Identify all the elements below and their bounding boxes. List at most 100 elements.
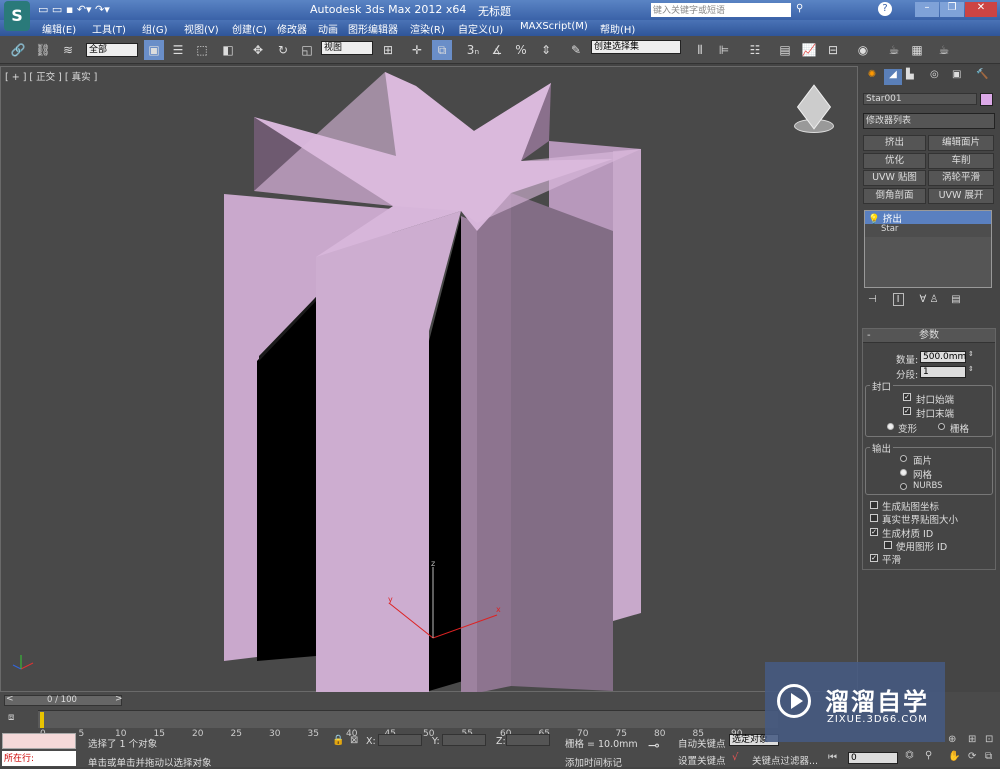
cap-end-checkbox[interactable]: ✓: [903, 407, 911, 415]
menu-help[interactable]: 帮助(H): [600, 21, 635, 36]
search-input[interactable]: 键入关键字或短语: [651, 3, 791, 17]
cap-start-checkbox[interactable]: ✓: [903, 393, 911, 401]
gen-material-ids-checkbox[interactable]: ✓: [870, 528, 878, 536]
schematic-view-icon[interactable]: ⊟: [823, 40, 843, 60]
time-slider[interactable]: < 0 / 100 >: [4, 694, 123, 706]
key-icon[interactable]: ⊸: [648, 738, 660, 754]
select-object-icon[interactable]: ▣: [144, 40, 164, 60]
uvw-map-button[interactable]: UVW 贴图: [863, 170, 926, 186]
auto-key-button[interactable]: 自动关键点: [678, 736, 726, 750]
menu-rendering[interactable]: 渲染(R): [410, 21, 445, 36]
modifier-list-select[interactable]: 修改器列表: [863, 113, 995, 129]
amount-spinner[interactable]: 500.0mm: [920, 351, 966, 363]
layer-manager-icon[interactable]: ☷: [745, 40, 765, 60]
set-key-button[interactable]: 设置关键点: [678, 753, 726, 767]
minimize-icon[interactable]: –: [915, 2, 939, 17]
timeline-cursor[interactable]: [40, 712, 44, 728]
menu-tools[interactable]: 工具(T): [92, 21, 126, 36]
menu-group[interactable]: 组(G): [142, 21, 168, 36]
show-end-result-icon[interactable]: I: [892, 293, 904, 306]
window-crossing-icon[interactable]: ◧: [218, 40, 238, 60]
stack-item-star[interactable]: Star: [865, 224, 991, 237]
align-icon[interactable]: ⊫: [714, 40, 734, 60]
rendered-frame-icon[interactable]: ▦: [907, 40, 927, 60]
object-name-field[interactable]: Star001: [863, 93, 977, 105]
use-shape-ids-checkbox[interactable]: [884, 541, 892, 549]
maximize-viewport-icon[interactable]: ⧉: [985, 751, 992, 762]
create-tab-icon[interactable]: ✺: [863, 69, 881, 85]
restore-icon[interactable]: ❐: [940, 2, 964, 17]
open-file-icon[interactable]: ▭: [52, 3, 62, 16]
redo-icon[interactable]: ↷▾: [95, 3, 110, 16]
angle-snap-icon[interactable]: ∡: [487, 40, 507, 60]
zoom-extents-icon[interactable]: ⊡: [985, 734, 993, 745]
morph-radio[interactable]: [887, 423, 894, 430]
move-icon[interactable]: ✥: [248, 40, 268, 60]
selection-filter-select[interactable]: 全部: [86, 43, 138, 57]
menu-customize[interactable]: 自定义(U): [458, 21, 503, 36]
time-slider-next-icon[interactable]: >: [115, 694, 123, 704]
timeline-track[interactable]: [38, 710, 778, 728]
y-coord-field[interactable]: [442, 734, 486, 746]
unwrap-uvw-button[interactable]: UVW 展开: [928, 188, 994, 204]
binoculars-icon[interactable]: ⚲: [796, 3, 803, 14]
perspective-viewport[interactable]: [ + ] [ 正交 ] [ 真实 ] y x z: [0, 66, 858, 693]
stack-item-extrude[interactable]: 💡 挤出: [865, 211, 991, 225]
orbit-icon[interactable]: ⟳: [968, 751, 976, 762]
render-setup-icon[interactable]: ☕: [884, 40, 904, 60]
display-tab-icon[interactable]: ▣: [952, 69, 961, 80]
key-mode-icon[interactable]: √: [732, 752, 738, 763]
time-config-icon[interactable]: ⏣: [905, 750, 914, 761]
snaps-toggle-icon[interactable]: 3ₙ: [463, 40, 483, 60]
pivot-center-icon[interactable]: ⊞: [378, 40, 398, 60]
link-icon[interactable]: 🔗: [8, 40, 28, 60]
zoom-icon[interactable]: ⚲: [925, 750, 932, 761]
rect-selection-icon[interactable]: ⬚: [192, 40, 212, 60]
absolute-mode-icon[interactable]: ⊠: [350, 735, 358, 746]
x-coord-field[interactable]: [378, 734, 422, 746]
grid-radio[interactable]: [938, 423, 945, 430]
rollout-header[interactable]: - 参数: [863, 329, 995, 343]
select-manipulate-icon[interactable]: ✛: [407, 40, 427, 60]
ribbon-icon[interactable]: ▤: [775, 40, 795, 60]
turbosmooth-button[interactable]: 涡轮平滑: [928, 170, 994, 186]
optimize-button[interactable]: 优化: [863, 153, 926, 169]
patch-radio[interactable]: [900, 455, 907, 462]
spinner-snap-icon[interactable]: ⇕: [536, 40, 556, 60]
segments-spinner[interactable]: 1: [920, 366, 966, 378]
make-unique-icon[interactable]: ∀: [919, 294, 926, 305]
configure-sets-icon[interactable]: ▤: [951, 294, 960, 305]
nurbs-radio[interactable]: [900, 483, 907, 490]
scale-icon[interactable]: ◱: [297, 40, 317, 60]
percent-snap-icon[interactable]: %: [511, 40, 531, 60]
save-icon[interactable]: ▪: [66, 3, 73, 16]
modifier-stack[interactable]: 💡 挤出 Star: [864, 210, 992, 288]
maxscript-line[interactable]: 所在行:: [2, 751, 76, 766]
menu-modifiers[interactable]: 修改器: [277, 21, 307, 36]
edit-patch-button[interactable]: 编辑面片: [928, 135, 994, 151]
lathe-button[interactable]: 车削: [928, 153, 994, 169]
unlink-icon[interactable]: ⛓: [33, 40, 53, 60]
motion-tab-icon[interactable]: ◎: [930, 69, 939, 80]
remove-modifier-icon[interactable]: ♙: [930, 294, 939, 305]
viewcube-icon[interactable]: [786, 84, 842, 135]
mesh-radio[interactable]: [900, 469, 907, 476]
z-coord-field[interactable]: [506, 734, 550, 746]
mini-curve-editor-icon[interactable]: ⧈: [8, 712, 14, 723]
field-of-view-icon[interactable]: ⊞: [968, 734, 976, 745]
goto-start-icon[interactable]: ⏮: [828, 752, 837, 763]
edit-named-selection-icon[interactable]: ✎: [566, 40, 586, 60]
select-by-name-icon[interactable]: ☰: [168, 40, 188, 60]
gen-map-coords-checkbox[interactable]: [870, 501, 878, 509]
menu-edit[interactable]: 编辑(E): [42, 21, 76, 36]
curve-editor-icon[interactable]: 📈: [799, 40, 819, 60]
segments-spinner-arrows-icon[interactable]: ⇕: [968, 365, 974, 373]
lightbulb-icon[interactable]: 💡: [868, 214, 880, 225]
reference-coord-select[interactable]: 视图: [321, 41, 373, 55]
undo-icon[interactable]: ↶▾: [77, 3, 92, 16]
bevel-profile-button[interactable]: 倒角剖面: [863, 188, 926, 204]
app-logo-icon[interactable]: S: [4, 1, 30, 31]
smooth-checkbox[interactable]: ✓: [870, 554, 878, 562]
menu-maxscript[interactable]: MAXScript(M): [520, 21, 588, 32]
close-icon[interactable]: ✕: [965, 2, 997, 17]
